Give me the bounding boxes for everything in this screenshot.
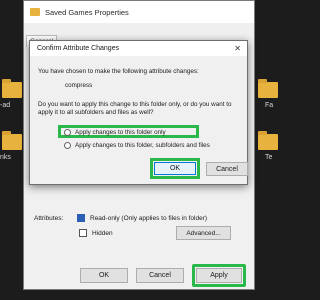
background-folder-label: Te <box>265 154 273 161</box>
properties-cancel-button[interactable]: Cancel <box>136 267 184 283</box>
option-folder-subfolders-label: Apply changes to this folder, subfolders… <box>75 142 210 149</box>
properties-ok-button[interactable]: OK <box>80 267 128 283</box>
dialog-change: compress <box>65 82 93 89</box>
attributes-row: Attributes: Read-only (Only applies to f… <box>34 214 207 222</box>
background-folder-icon <box>2 131 22 150</box>
properties-title: Saved Games Properties <box>45 7 129 17</box>
attributes-label: Attributes: <box>34 214 64 222</box>
option-folder-subfolders[interactable]: Apply changes to this folder, subfolders… <box>64 142 210 149</box>
close-icon[interactable]: ✕ <box>234 44 241 53</box>
background-folder-label: Fa <box>265 102 274 109</box>
ok-highlight: OK <box>150 158 200 179</box>
properties-button-bar: OK Cancel Apply <box>24 261 254 289</box>
dialog-ok-button[interactable]: OK <box>154 162 196 175</box>
background-folder-icon <box>258 79 278 98</box>
dialog-question-line2: apply it to all subfolders and files as … <box>38 109 154 116</box>
apply-highlight: Apply <box>192 263 246 287</box>
advanced-button[interactable]: Advanced... <box>176 226 231 240</box>
dialog-titlebar: Confirm Attribute Changes ✕ <box>30 41 247 56</box>
properties-titlebar: Saved Games Properties <box>24 1 254 23</box>
option-folder-only[interactable]: Apply changes to this folder only <box>64 129 166 136</box>
background-folder-icon <box>258 131 278 150</box>
readonly-label: Read-only (Only applies to files in fold… <box>90 214 208 222</box>
background-folder-label: nks <box>0 154 11 161</box>
apply-button[interactable]: Apply <box>196 267 242 283</box>
hidden-checkbox[interactable] <box>79 229 87 237</box>
background-folder-label: -ad <box>0 102 11 109</box>
confirm-dialog: Confirm Attribute Changes ✕ You have cho… <box>29 40 248 185</box>
background-folder-icon <box>2 79 22 98</box>
hidden-label: Hidden <box>92 229 113 237</box>
option-folder-only-label: Apply changes to this folder only <box>75 129 166 136</box>
folder-icon <box>30 8 40 16</box>
radio-icon[interactable] <box>64 142 71 149</box>
dialog-question-line1: Do you want to apply this change to this… <box>38 101 232 108</box>
dialog-title: Confirm Attribute Changes <box>37 45 120 52</box>
hidden-row: Hidden <box>79 229 113 237</box>
dialog-cancel-button[interactable]: Cancel <box>206 162 248 176</box>
radio-icon[interactable] <box>64 129 71 136</box>
dialog-intro: You have chosen to make the following at… <box>38 68 199 75</box>
readonly-checkbox[interactable] <box>77 214 85 222</box>
